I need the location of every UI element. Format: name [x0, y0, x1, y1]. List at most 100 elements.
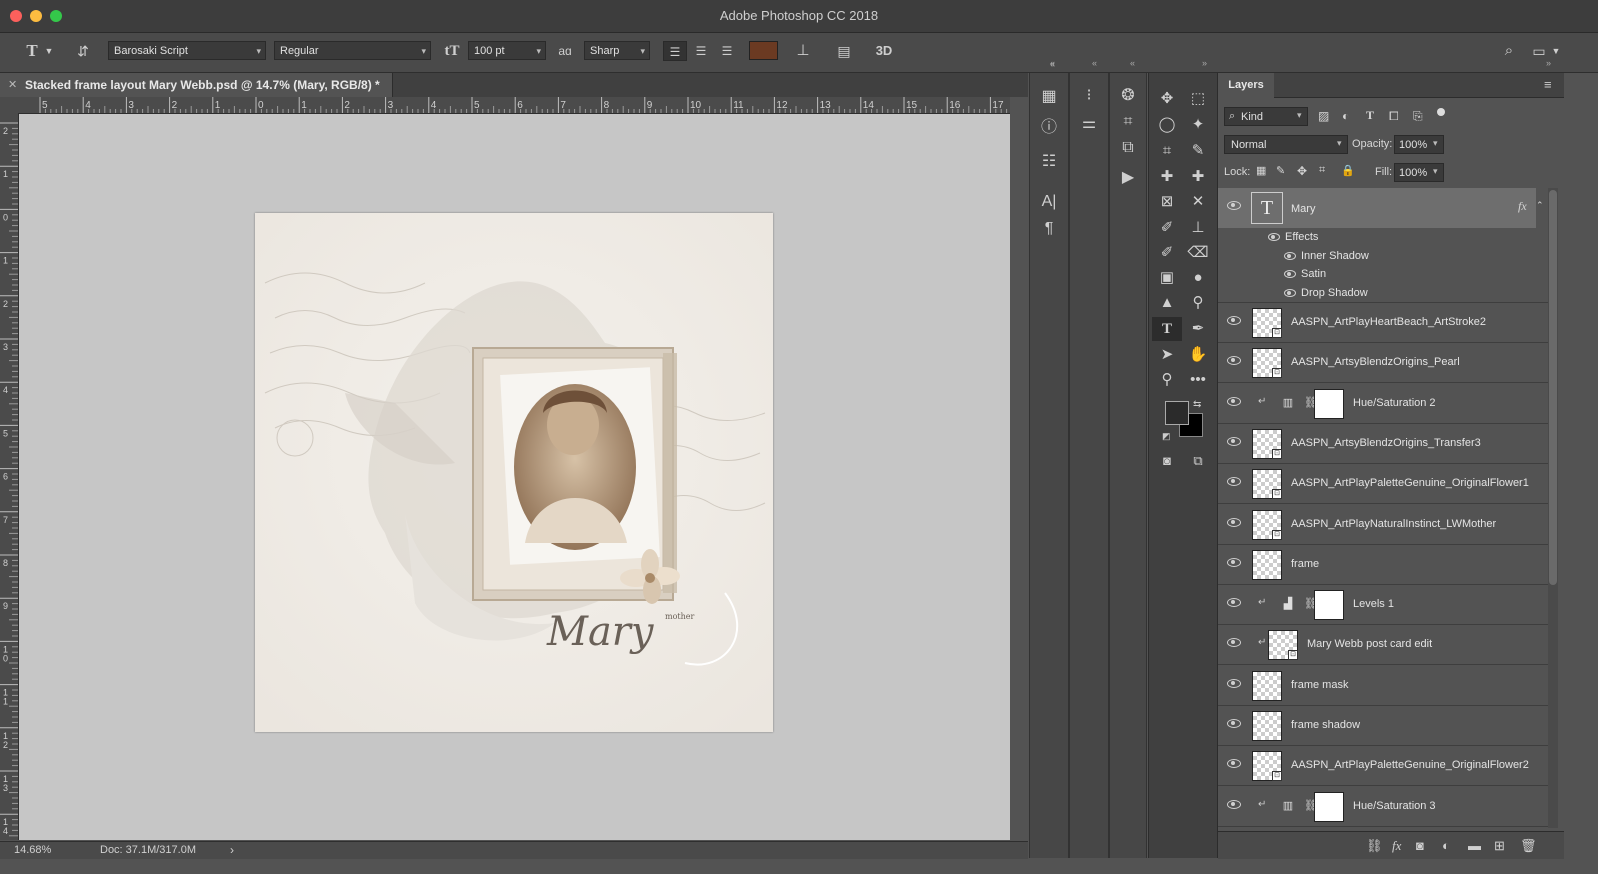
font-family-select[interactable]: Barosaki Script ▾ [108, 41, 266, 60]
path-selection-tool-icon[interactable]: ➤ [1152, 343, 1182, 367]
collapse-arrows-icon[interactable]: « [1130, 58, 1135, 68]
zoom-tool-icon[interactable]: ⚲ [1152, 368, 1182, 392]
move-tool-icon[interactable]: ✥ [1152, 87, 1182, 111]
fx-badge[interactable]: fx [1518, 199, 1527, 214]
add-mask-icon[interactable]: ◙ [1416, 838, 1424, 853]
visibility-eye-icon[interactable] [1227, 557, 1241, 567]
layer-row[interactable]: ↵ ▥ ⛓ Hue/Saturation 3 [1218, 787, 1548, 827]
layer-row-type[interactable]: T Mary fx ⌃ Effects Inner Shadow Satin D… [1218, 188, 1548, 303]
filter-shape-icon[interactable]: ⧠ [1389, 109, 1399, 124]
chevron-down-icon[interactable]: ▼ [1550, 41, 1562, 61]
status-menu-arrow-icon[interactable]: › [230, 843, 234, 857]
brush-presets-icon[interactable]: ⁝ [1075, 85, 1103, 105]
layer-row[interactable]: frame [1218, 545, 1548, 585]
align-right-icon[interactable]: ☰ [715, 41, 739, 61]
collapse-arrows-icon[interactable]: « [1092, 58, 1097, 68]
font-style-select[interactable]: Regular ▾ [274, 41, 431, 60]
layer-row[interactable]: ⊡ AASPN_ArtPlayNaturalInstinct_LWMother [1218, 505, 1548, 545]
document-canvas[interactable]: Mary mother [255, 213, 773, 732]
layer-name[interactable]: frame shadow [1291, 719, 1360, 731]
layer-name[interactable]: AASPN_ArtPlayPaletteGenuine_OriginalFlow… [1291, 477, 1529, 489]
crop-tool-icon[interactable]: ⌗ [1152, 139, 1182, 163]
layer-row[interactable]: ⊡ AASPN_ArtsyBlendzOrigins_Pearl [1218, 343, 1548, 384]
layer-name[interactable]: AASPN_ArtPlayNaturalInstinct_LWMother [1291, 518, 1496, 530]
layer-name[interactable]: frame mask [1291, 679, 1348, 691]
visibility-eye-icon[interactable] [1227, 638, 1241, 648]
more-tools-icon[interactable]: ••• [1183, 368, 1213, 392]
close-tab-icon[interactable]: ✕ [8, 78, 17, 91]
character-panel-icon[interactable]: ▤ [833, 41, 855, 61]
dodge-tool-icon[interactable]: ⚲ [1183, 291, 1213, 315]
marquee-tool-icon[interactable]: ⬚ [1183, 87, 1213, 111]
layer-row[interactable]: frame mask [1218, 666, 1548, 706]
filter-toggle-icon[interactable] [1437, 108, 1445, 116]
text-color-swatch[interactable] [749, 41, 778, 60]
lock-position-icon[interactable]: ✥ [1297, 164, 1307, 178]
effect-row[interactable]: Satin [1284, 268, 1326, 280]
antialias-select[interactable]: Sharp ▾ [584, 41, 650, 60]
layers-scrollbar[interactable] [1548, 188, 1558, 828]
layer-row[interactable]: ⊡ AASPN_ArtPlayHeartBeach_ArtStroke2 [1218, 303, 1548, 343]
lock-transparent-icon[interactable]: ▦ [1256, 164, 1266, 177]
visibility-eye-icon[interactable] [1227, 316, 1241, 325]
eraser-tool-icon[interactable]: ⌫ [1183, 241, 1213, 265]
toggle-text-orientation-icon[interactable]: ⇵ [72, 41, 94, 61]
lock-image-icon[interactable]: ✎ [1276, 164, 1285, 177]
new-group-icon[interactable]: ▬ [1468, 838, 1481, 853]
visibility-eye-icon[interactable] [1284, 252, 1296, 260]
visibility-eye-icon[interactable] [1227, 396, 1241, 406]
pen-tool-icon[interactable]: ✒ [1183, 317, 1213, 341]
blend-mode-select[interactable]: Normal ▾ [1224, 135, 1348, 154]
filter-adjustment-icon[interactable]: ◐ [1342, 109, 1349, 123]
filter-pixel-icon[interactable]: ▨ [1318, 109, 1329, 123]
layer-filter-select[interactable]: ⌕ Kind ▾ [1224, 107, 1308, 126]
vertical-ruler[interactable]: 2101234567891011121314 [0, 113, 19, 840]
healing-brush-icon[interactable]: ✚ [1183, 165, 1213, 189]
layer-name[interactable]: Levels 1 [1353, 598, 1394, 610]
foreground-color-swatch[interactable] [1165, 401, 1189, 425]
visibility-eye-icon[interactable] [1227, 356, 1241, 366]
clone-stamp-tool-icon[interactable]: ⊥ [1183, 216, 1213, 240]
character-icon[interactable]: A| [1035, 193, 1063, 211]
warp-text-icon[interactable]: ⊥ [792, 41, 814, 61]
fill-field[interactable]: 100% ▾ [1394, 163, 1444, 182]
blur-tool-icon[interactable]: ● [1183, 266, 1213, 290]
patch-tool-icon[interactable]: ✕ [1183, 190, 1213, 214]
panel-menu-icon[interactable]: ≡ [1544, 77, 1552, 92]
effect-row[interactable]: Drop Shadow [1284, 287, 1368, 299]
layer-row[interactable]: ↵ ⊡ Mary Webb post card edit [1218, 625, 1548, 666]
visibility-eye-icon[interactable] [1227, 517, 1241, 527]
lock-artboard-icon[interactable]: ⌗ [1319, 164, 1325, 177]
layer-name[interactable]: Hue/Saturation 3 [1353, 800, 1436, 812]
info-icon[interactable]: ⓘ [1035, 113, 1063, 137]
channels-icon[interactable]: ❂ [1114, 85, 1142, 105]
chevron-down-icon[interactable]: ▼ [44, 41, 54, 61]
document-tab[interactable]: ✕ Stacked frame layout Mary Webb.psd @ 1… [0, 73, 393, 97]
paths-icon[interactable]: ⌗ [1114, 113, 1142, 131]
history-brush-tool-icon[interactable]: ✐ [1152, 241, 1182, 265]
opacity-field[interactable]: 100% ▾ [1394, 135, 1444, 154]
layer-name[interactable]: Hue/Saturation 2 [1353, 397, 1436, 409]
layer-row[interactable]: ⊡ AASPN_ArtPlayPaletteGenuine_OriginalFlo… [1218, 464, 1548, 505]
layer-row[interactable]: ⊡ AASPN_ArtsyBlendzOrigins_Transfer3 [1218, 424, 1548, 464]
add-style-icon[interactable]: fx [1392, 838, 1401, 854]
3d-button[interactable]: 3D [872, 41, 896, 61]
layer-name[interactable]: Mary Webb post card edit [1307, 638, 1432, 650]
scrollbar-thumb[interactable] [1549, 190, 1557, 585]
effect-row[interactable]: Inner Shadow [1284, 250, 1369, 262]
layer-name[interactable]: frame [1291, 558, 1319, 570]
gradient-tool-icon[interactable]: ▣ [1152, 266, 1182, 290]
lock-all-icon[interactable]: 🔒 [1341, 164, 1355, 177]
visibility-eye-icon[interactable] [1284, 270, 1296, 278]
swatches-icon[interactable]: ⧉ [1114, 139, 1142, 157]
layer-row[interactable]: ⊡ AASPN_ArtPlayPaletteGenuine_OriginalFlo… [1218, 746, 1548, 787]
clone-source-icon[interactable]: ☷ [1035, 151, 1063, 171]
search-icon[interactable]: ⌕ [1498, 41, 1520, 61]
hand-tool-icon[interactable]: ✋ [1183, 343, 1213, 367]
collapse-effects-icon[interactable]: ⌃ [1536, 200, 1544, 211]
visibility-eye-icon[interactable] [1227, 719, 1241, 728]
layer-row[interactable]: frame shadow [1218, 706, 1548, 746]
link-layers-icon[interactable]: ⛓ [1366, 838, 1383, 854]
new-layer-icon[interactable]: ⊞ [1494, 838, 1505, 854]
align-center-icon[interactable]: ☰ [689, 41, 713, 61]
